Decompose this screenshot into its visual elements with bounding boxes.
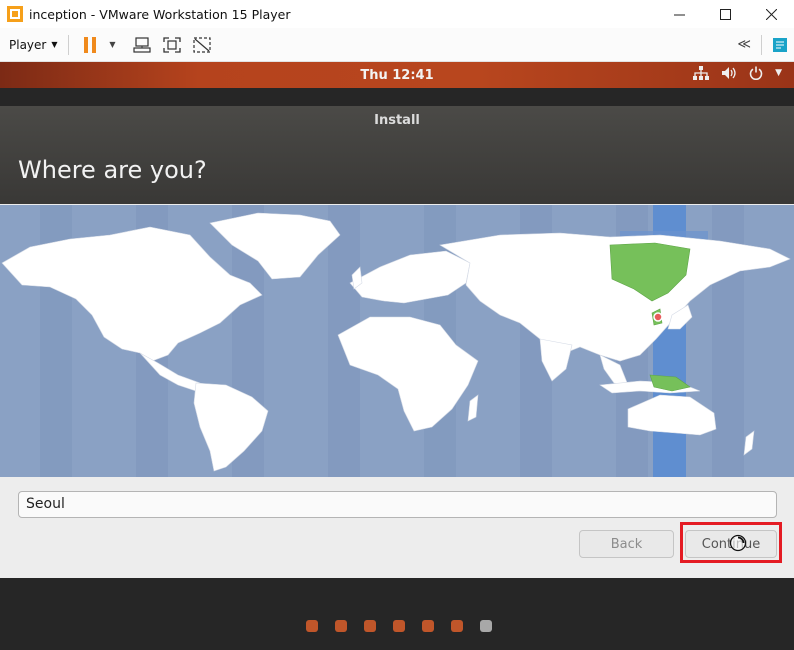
pause-options-button[interactable]: ▼ [107, 32, 119, 58]
close-button[interactable] [748, 0, 794, 28]
notes-icon[interactable] [772, 37, 788, 53]
ubuntu-top-panel: Thu 12:41 ▼ [0, 62, 794, 88]
send-ctrl-alt-del-button[interactable] [129, 32, 155, 58]
minimize-icon [673, 14, 685, 15]
full-screen-button[interactable] [159, 32, 185, 58]
busy-cursor-icon [729, 534, 747, 552]
location-input[interactable]: Seoul [18, 491, 777, 518]
send-ctrl-alt-del-icon [132, 36, 151, 53]
vmware-player-icon [7, 6, 23, 22]
unity-button[interactable] [189, 32, 215, 58]
timezone-map[interactable] [0, 205, 794, 477]
minimize-button[interactable] [656, 0, 702, 28]
volume-icon [722, 67, 736, 79]
pause-icon [83, 36, 96, 53]
panel-menu-icon: ▼ [775, 68, 782, 78]
back-button[interactable]: Back [579, 530, 674, 558]
full-screen-icon [162, 36, 181, 53]
system-tray[interactable]: ▼ [693, 66, 782, 80]
progress-dot [364, 620, 376, 632]
power-icon [749, 66, 763, 80]
vmware-toolbar: Player ▼ ▼ ≪ [0, 28, 794, 62]
collapse-toolbar-icon[interactable]: ≪ [737, 37, 751, 52]
installer-header: Install Where are you? [0, 106, 794, 204]
window-titlebar: inception - VMware Workstation 15 Player [0, 0, 794, 28]
window-title: inception - VMware Workstation 15 Player [29, 6, 291, 22]
page-title: Where are you? [18, 156, 207, 184]
progress-dot [422, 620, 434, 632]
player-menu-label: Player [9, 37, 47, 52]
toolbar-divider [67, 34, 69, 55]
close-icon [765, 8, 777, 20]
maximize-button[interactable] [702, 0, 748, 28]
location-pin-icon [653, 312, 663, 322]
installer-window: Install Where are you? Seoul Back [0, 106, 794, 578]
maximize-icon [719, 8, 731, 20]
unity-icon [192, 36, 211, 53]
chevron-down-icon: ▼ [51, 40, 58, 49]
progress-dot [451, 620, 463, 632]
world-map-graphic [1, 205, 791, 477]
network-icon [693, 66, 710, 80]
install-progress-dots [0, 620, 794, 632]
progress-dot [393, 620, 405, 632]
player-menu[interactable]: Player ▼ [9, 38, 58, 52]
progress-dot [306, 620, 318, 632]
progress-dot [335, 620, 347, 632]
panel-clock[interactable]: Thu 12:41 [360, 68, 433, 83]
installer-title: Install [374, 113, 420, 128]
pause-button[interactable] [77, 32, 103, 58]
toolbar-divider [761, 34, 762, 55]
chevron-down-icon: ▼ [109, 40, 116, 49]
progress-dot-current [480, 620, 492, 632]
